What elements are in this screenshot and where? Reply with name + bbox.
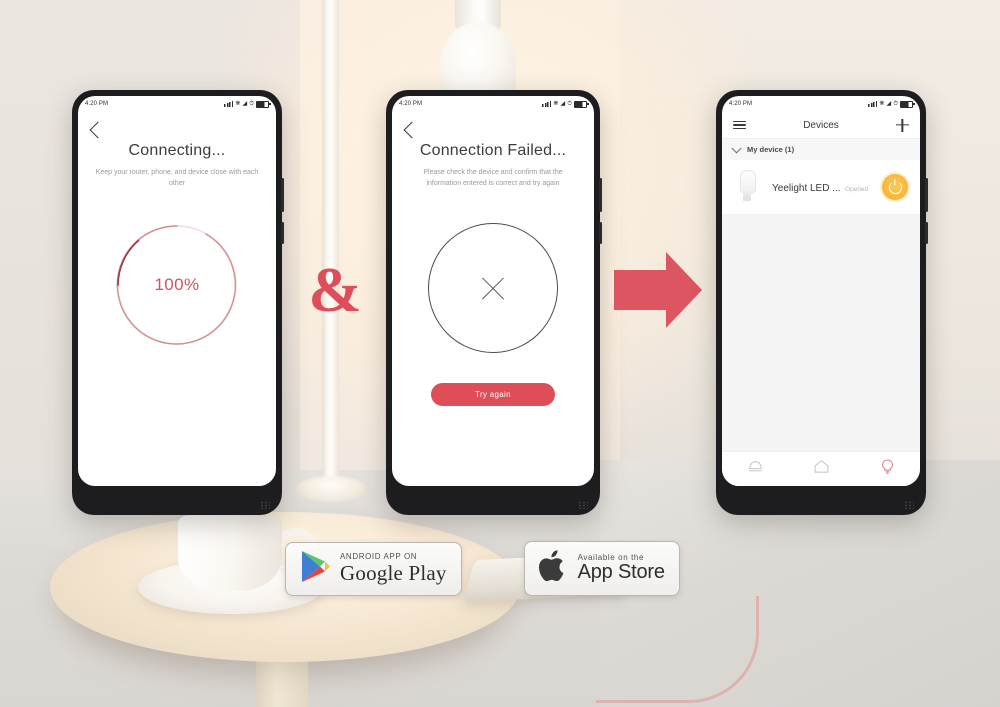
bulb-icon bbox=[734, 170, 760, 204]
nav-bulb-icon[interactable] bbox=[879, 458, 896, 480]
power-icon bbox=[888, 180, 902, 194]
phone1-status-bar: 4:20 PM ❋ ◢ ⏱ bbox=[78, 96, 276, 112]
phone3-speaker-grille bbox=[904, 501, 914, 509]
bluetooth-icon: ❋ bbox=[235, 101, 241, 107]
device-list-item[interactable]: Yeelight LED ... Opened bbox=[722, 160, 920, 215]
bluetooth-icon: ❋ bbox=[879, 101, 885, 107]
battery-icon bbox=[256, 100, 271, 108]
status-time: 4:20 PM bbox=[729, 101, 753, 107]
nav-lamp-icon[interactable] bbox=[747, 458, 764, 480]
battery-icon bbox=[900, 100, 915, 108]
signal-icon bbox=[224, 101, 234, 107]
error-circle-icon bbox=[428, 223, 558, 353]
device-power-toggle[interactable] bbox=[882, 174, 908, 200]
back-button[interactable] bbox=[403, 121, 421, 139]
phone2-power-button[interactable] bbox=[599, 222, 602, 244]
phone1-power-button[interactable] bbox=[281, 222, 284, 244]
store-badges: ANDROID APP ON Google Play Available on … bbox=[285, 541, 680, 596]
phone-connecting: 4:20 PM ❋ ◢ ⏱ Connecting... Keep your ro… bbox=[72, 90, 284, 515]
signal-icon bbox=[542, 101, 552, 107]
page-title: Devices bbox=[803, 119, 839, 131]
nav-home-icon[interactable] bbox=[813, 458, 830, 480]
floor-lamp-base bbox=[296, 476, 366, 502]
phone2-status-bar: 4:20 PM ❋ ◢ ⏱ bbox=[392, 96, 594, 112]
progress-percent: 100% bbox=[154, 275, 200, 294]
apple-icon bbox=[538, 549, 568, 588]
google-play-icon bbox=[300, 550, 330, 588]
google-play-badge[interactable]: ANDROID APP ON Google Play bbox=[285, 541, 462, 596]
page-title: Connecting... bbox=[128, 142, 226, 159]
app-store-big-text: App Store bbox=[577, 561, 665, 584]
coffee-cup bbox=[178, 515, 282, 591]
status-time: 4:20 PM bbox=[399, 101, 423, 107]
page-title: Connection Failed... bbox=[419, 142, 567, 159]
phone-failed: 4:20 PM ❋ ◢ ⏱ Connection Failed... Pleas… bbox=[386, 90, 602, 515]
arrow-right-icon bbox=[614, 252, 702, 328]
try-again-button[interactable]: Try again bbox=[431, 383, 555, 406]
device-name: Yeelight LED ... bbox=[772, 183, 841, 194]
device-group-label: My device (1) bbox=[747, 145, 795, 154]
promo-scene: 4:20 PM ❋ ◢ ⏱ Connecting... Keep your ro… bbox=[0, 0, 1000, 707]
phone2-volume-button[interactable] bbox=[599, 178, 602, 212]
back-button[interactable] bbox=[89, 121, 107, 139]
page-subtitle: Please check the device and confirm that… bbox=[423, 169, 563, 187]
phone2-speaker-grille bbox=[578, 501, 588, 509]
status-icon-group: ❋ ◢ ⏱ bbox=[224, 100, 271, 108]
app-store-text: Available on the App Store bbox=[577, 553, 665, 584]
phone1-screen: 4:20 PM ❋ ◢ ⏱ Connecting... Keep your ro… bbox=[78, 96, 276, 486]
phone3-status-bar: 4:20 PM ❋ ◢ ⏱ bbox=[722, 96, 920, 112]
phone3-volume-button[interactable] bbox=[925, 178, 928, 212]
phone-devices: 4:20 PM ❋ ◢ ⏱ Devices My device (1) Yeel… bbox=[716, 90, 928, 515]
ampersand-connector: & bbox=[308, 254, 362, 325]
phone3-screen: 4:20 PM ❋ ◢ ⏱ Devices My device (1) Yeel… bbox=[722, 96, 920, 486]
google-play-big-text: Google Play bbox=[340, 560, 447, 585]
chevron-down-icon bbox=[731, 143, 742, 153]
devices-appbar: Devices bbox=[722, 112, 920, 139]
status-icon-group: ❋ ◢ ⏱ bbox=[868, 100, 915, 108]
device-status: Opened bbox=[845, 186, 869, 193]
page-subtitle: Keep your router, phone, and device clos… bbox=[95, 169, 259, 187]
google-play-text: ANDROID APP ON Google Play bbox=[340, 552, 447, 585]
hamburger-icon[interactable] bbox=[733, 120, 746, 130]
phone1-speaker-grille bbox=[260, 501, 270, 509]
device-group-header[interactable]: My device (1) bbox=[722, 139, 920, 160]
phone3-power-button[interactable] bbox=[925, 222, 928, 244]
phone2-screen: 4:20 PM ❋ ◢ ⏱ Connection Failed... Pleas… bbox=[392, 96, 594, 486]
status-icon-group: ❋ ◢ ⏱ bbox=[542, 100, 589, 108]
app-store-badge[interactable]: Available on the App Store bbox=[523, 541, 680, 596]
phone1-volume-button[interactable] bbox=[281, 178, 284, 212]
arrow-connector bbox=[614, 252, 702, 328]
bottom-navigation bbox=[722, 451, 920, 486]
alarm-icon: ⏱ bbox=[249, 101, 254, 107]
progress-ring: 100% bbox=[113, 221, 241, 349]
wifi-icon: ◢ bbox=[886, 101, 892, 107]
device-info: Yeelight LED ... Opened bbox=[772, 178, 882, 196]
x-icon bbox=[478, 273, 508, 303]
alarm-icon: ⏱ bbox=[893, 101, 898, 107]
bluetooth-icon: ❋ bbox=[553, 101, 559, 107]
wifi-icon: ◢ bbox=[242, 101, 248, 107]
devices-empty-area bbox=[722, 215, 920, 451]
alarm-icon: ⏱ bbox=[567, 101, 572, 107]
battery-icon bbox=[574, 100, 589, 108]
status-time: 4:20 PM bbox=[85, 101, 109, 107]
signal-icon bbox=[868, 101, 878, 107]
wifi-icon: ◢ bbox=[560, 101, 566, 107]
plus-icon[interactable] bbox=[896, 119, 909, 132]
